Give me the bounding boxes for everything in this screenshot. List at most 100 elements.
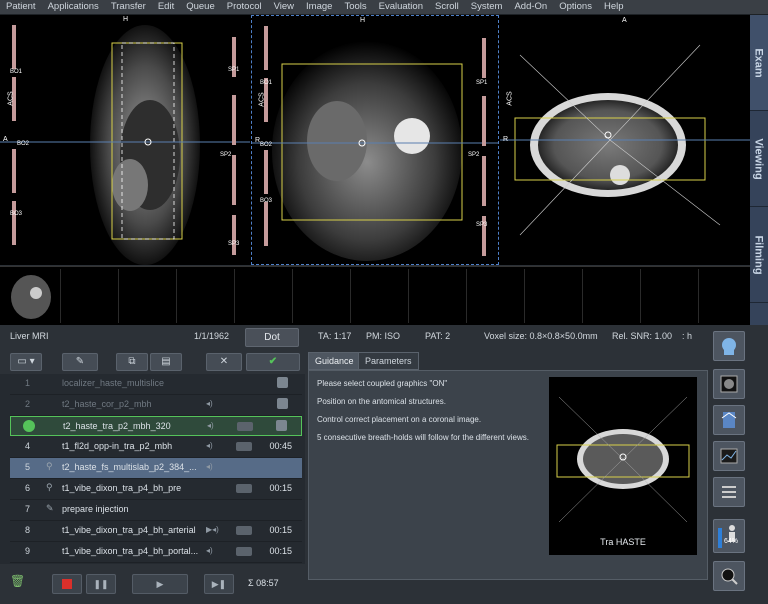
menu-options[interactable]: Options: [553, 0, 598, 14]
info-bar: Liver MRI 1/1/1962 Dot TA: 1:17 PM: ISO …: [0, 325, 705, 349]
row-number: 7: [25, 504, 31, 514]
graph-icon[interactable]: [713, 441, 745, 471]
tab-viewing[interactable]: Viewing: [750, 111, 768, 207]
sync-icon[interactable]: [713, 405, 745, 435]
menu-edit[interactable]: Edit: [152, 0, 180, 14]
queue-row[interactable]: 7 ✎ prepare injection: [10, 500, 302, 521]
row-protocol: t2_haste_tra_p2_mbh_320: [63, 421, 171, 431]
series-thumbnail[interactable]: [352, 269, 409, 323]
continue-button[interactable]: ▶: [132, 574, 188, 594]
viewport-coronal[interactable]: H R ACS BO1 BO2 BO3 SP1 SP2 SP3: [251, 15, 499, 265]
row-number: 9: [25, 546, 31, 556]
menu-evaluation[interactable]: Evaluation: [373, 0, 429, 14]
rel-snr: Rel. SNR: 1.00: [612, 331, 673, 341]
queue-row[interactable]: 2 t2_haste_cor_p2_mbh ◂): [10, 395, 302, 416]
head-icon[interactable]: [713, 331, 745, 361]
image-view-icon[interactable]: [713, 369, 745, 399]
row-number: 8: [25, 525, 31, 535]
queue-row-selected[interactable]: 5 ⚲ t2_haste_fs_multislab_p2_384_... ◂): [10, 458, 302, 479]
pause-button[interactable]: ❚❚: [86, 574, 116, 594]
menu-help[interactable]: Help: [598, 0, 630, 14]
status-icon: [276, 420, 287, 431]
menu-scroll[interactable]: Scroll: [429, 0, 465, 14]
row-protocol: t2_haste_fs_multislab_p2_384_...: [62, 462, 197, 472]
row-duration: 00:15: [269, 483, 292, 493]
row-duration: 00:15: [269, 546, 292, 556]
menu-tools[interactable]: Tools: [338, 0, 372, 14]
person-icon: ⚲: [46, 461, 53, 471]
series-thumbnail[interactable]: [236, 269, 293, 323]
patient-position-icon[interactable]: 64%: [713, 519, 745, 553]
dot-button[interactable]: Dot: [245, 328, 299, 347]
zoom-search-icon[interactable]: [713, 561, 745, 591]
series-thumbnail[interactable]: [410, 269, 467, 323]
edit-icon[interactable]: ✎: [62, 353, 98, 371]
right-toolbar: 64%: [713, 331, 745, 601]
menu-transfer[interactable]: Transfer: [105, 0, 152, 14]
delete-button[interactable]: ✕: [206, 353, 242, 371]
queue-row[interactable]: 8 t1_vibe_dixon_tra_p4_bh_arterial ▶◂) 0…: [10, 521, 302, 542]
trash-icon[interactable]: 🗑: [10, 574, 30, 592]
tab-guidance[interactable]: Guidance: [308, 352, 361, 370]
menu-applications[interactable]: Applications: [42, 0, 105, 14]
queue-row-running[interactable]: t2_haste_tra_p2_mbh_320 ◂): [10, 416, 302, 436]
view-dropdown-button[interactable]: ▭ ▾: [10, 353, 42, 371]
slab-label: BO3: [260, 198, 273, 204]
tab-parameters[interactable]: Parameters: [358, 352, 419, 370]
series-thumbnail[interactable]: [584, 269, 641, 323]
tab-filming-label: Filming: [753, 234, 766, 275]
slab-label: BO3: [10, 211, 23, 217]
orientation-left: A: [3, 136, 8, 143]
menu-protocol[interactable]: Protocol: [221, 0, 268, 14]
viewport-sagittal[interactable]: H A ACS BO1 BO2 BO3 SP1 SP2 SP3: [0, 15, 250, 265]
menu-add-on[interactable]: Add-On: [508, 0, 553, 14]
menu-queue[interactable]: Queue: [180, 0, 221, 14]
guidance-text: Position on the antomical structures.: [317, 397, 446, 406]
queue-row[interactable]: 6 ⚲ t1_vibe_dixon_tra_p4_bh_pre 00:15: [10, 479, 302, 500]
apply-button[interactable]: ✔: [246, 353, 300, 371]
breathhold-icon: [236, 484, 252, 493]
series-thumbnail[interactable]: [120, 269, 177, 323]
menu-system[interactable]: System: [465, 0, 509, 14]
queue-row[interactable]: 9 t1_vibe_dixon_tra_p4_bh_portal... ◂) 0…: [10, 542, 302, 563]
ta-value: TA: 1:17: [318, 331, 352, 341]
detail-tabs: Guidance Parameters: [308, 352, 706, 370]
series-thumbnail[interactable]: [4, 269, 61, 323]
person-icon: ⚲: [46, 482, 53, 492]
breathhold-icon: [237, 422, 253, 431]
percent-label: 64%: [724, 538, 739, 545]
menu-view[interactable]: View: [268, 0, 300, 14]
series-thumbnail[interactable]: [178, 269, 235, 323]
series-thumbnail[interactable]: [468, 269, 525, 323]
orientation-top: H: [360, 17, 366, 24]
speaker-icon: ◂): [206, 399, 213, 408]
copy-icon[interactable]: ⧉: [116, 353, 148, 371]
stop-icon: [62, 579, 72, 589]
queue-row[interactable]: 4 t1_fl2d_opp-in_tra_p2_mbh ◂) 00:45: [10, 437, 302, 458]
menu-patient[interactable]: Patient: [0, 0, 42, 14]
series-thumbnail[interactable]: [526, 269, 583, 323]
skip-button[interactable]: ▶❚: [204, 574, 234, 594]
list-icon[interactable]: [713, 477, 745, 507]
row-duration: 00:15: [269, 525, 292, 535]
scan-controls: 🗑 ❚❚ ▶ ▶❚ Σ 08:57: [0, 570, 305, 598]
series-thumbnail[interactable]: [642, 269, 699, 323]
guidance-panel: Please select coupled graphics "ON" Posi…: [308, 370, 708, 580]
guidance-preview-image: Tra HASTE: [549, 377, 697, 555]
tab-exam[interactable]: Exam: [750, 15, 768, 111]
h-value: : h: [682, 331, 693, 341]
series-thumbnail[interactable]: [62, 269, 119, 323]
stop-button[interactable]: [52, 574, 82, 594]
menu-image[interactable]: Image: [300, 0, 338, 14]
pm-value: PM: ISO: [366, 331, 401, 341]
tab-filming[interactable]: Filming: [750, 207, 768, 303]
menu-bar: Patient Applications Transfer Edit Queue…: [0, 0, 768, 15]
preview-axial-image: [556, 396, 690, 523]
series-thumbnail[interactable]: [294, 269, 351, 323]
paste-icon[interactable]: ▤: [150, 353, 182, 371]
queue-row[interactable]: 1 localizer_haste_multislice: [10, 374, 302, 395]
slab-label: SP1: [476, 80, 488, 86]
viewport-axial[interactable]: A R ACS: [500, 15, 750, 265]
orientation-top: H: [123, 16, 129, 23]
row-number: 1: [25, 378, 31, 388]
